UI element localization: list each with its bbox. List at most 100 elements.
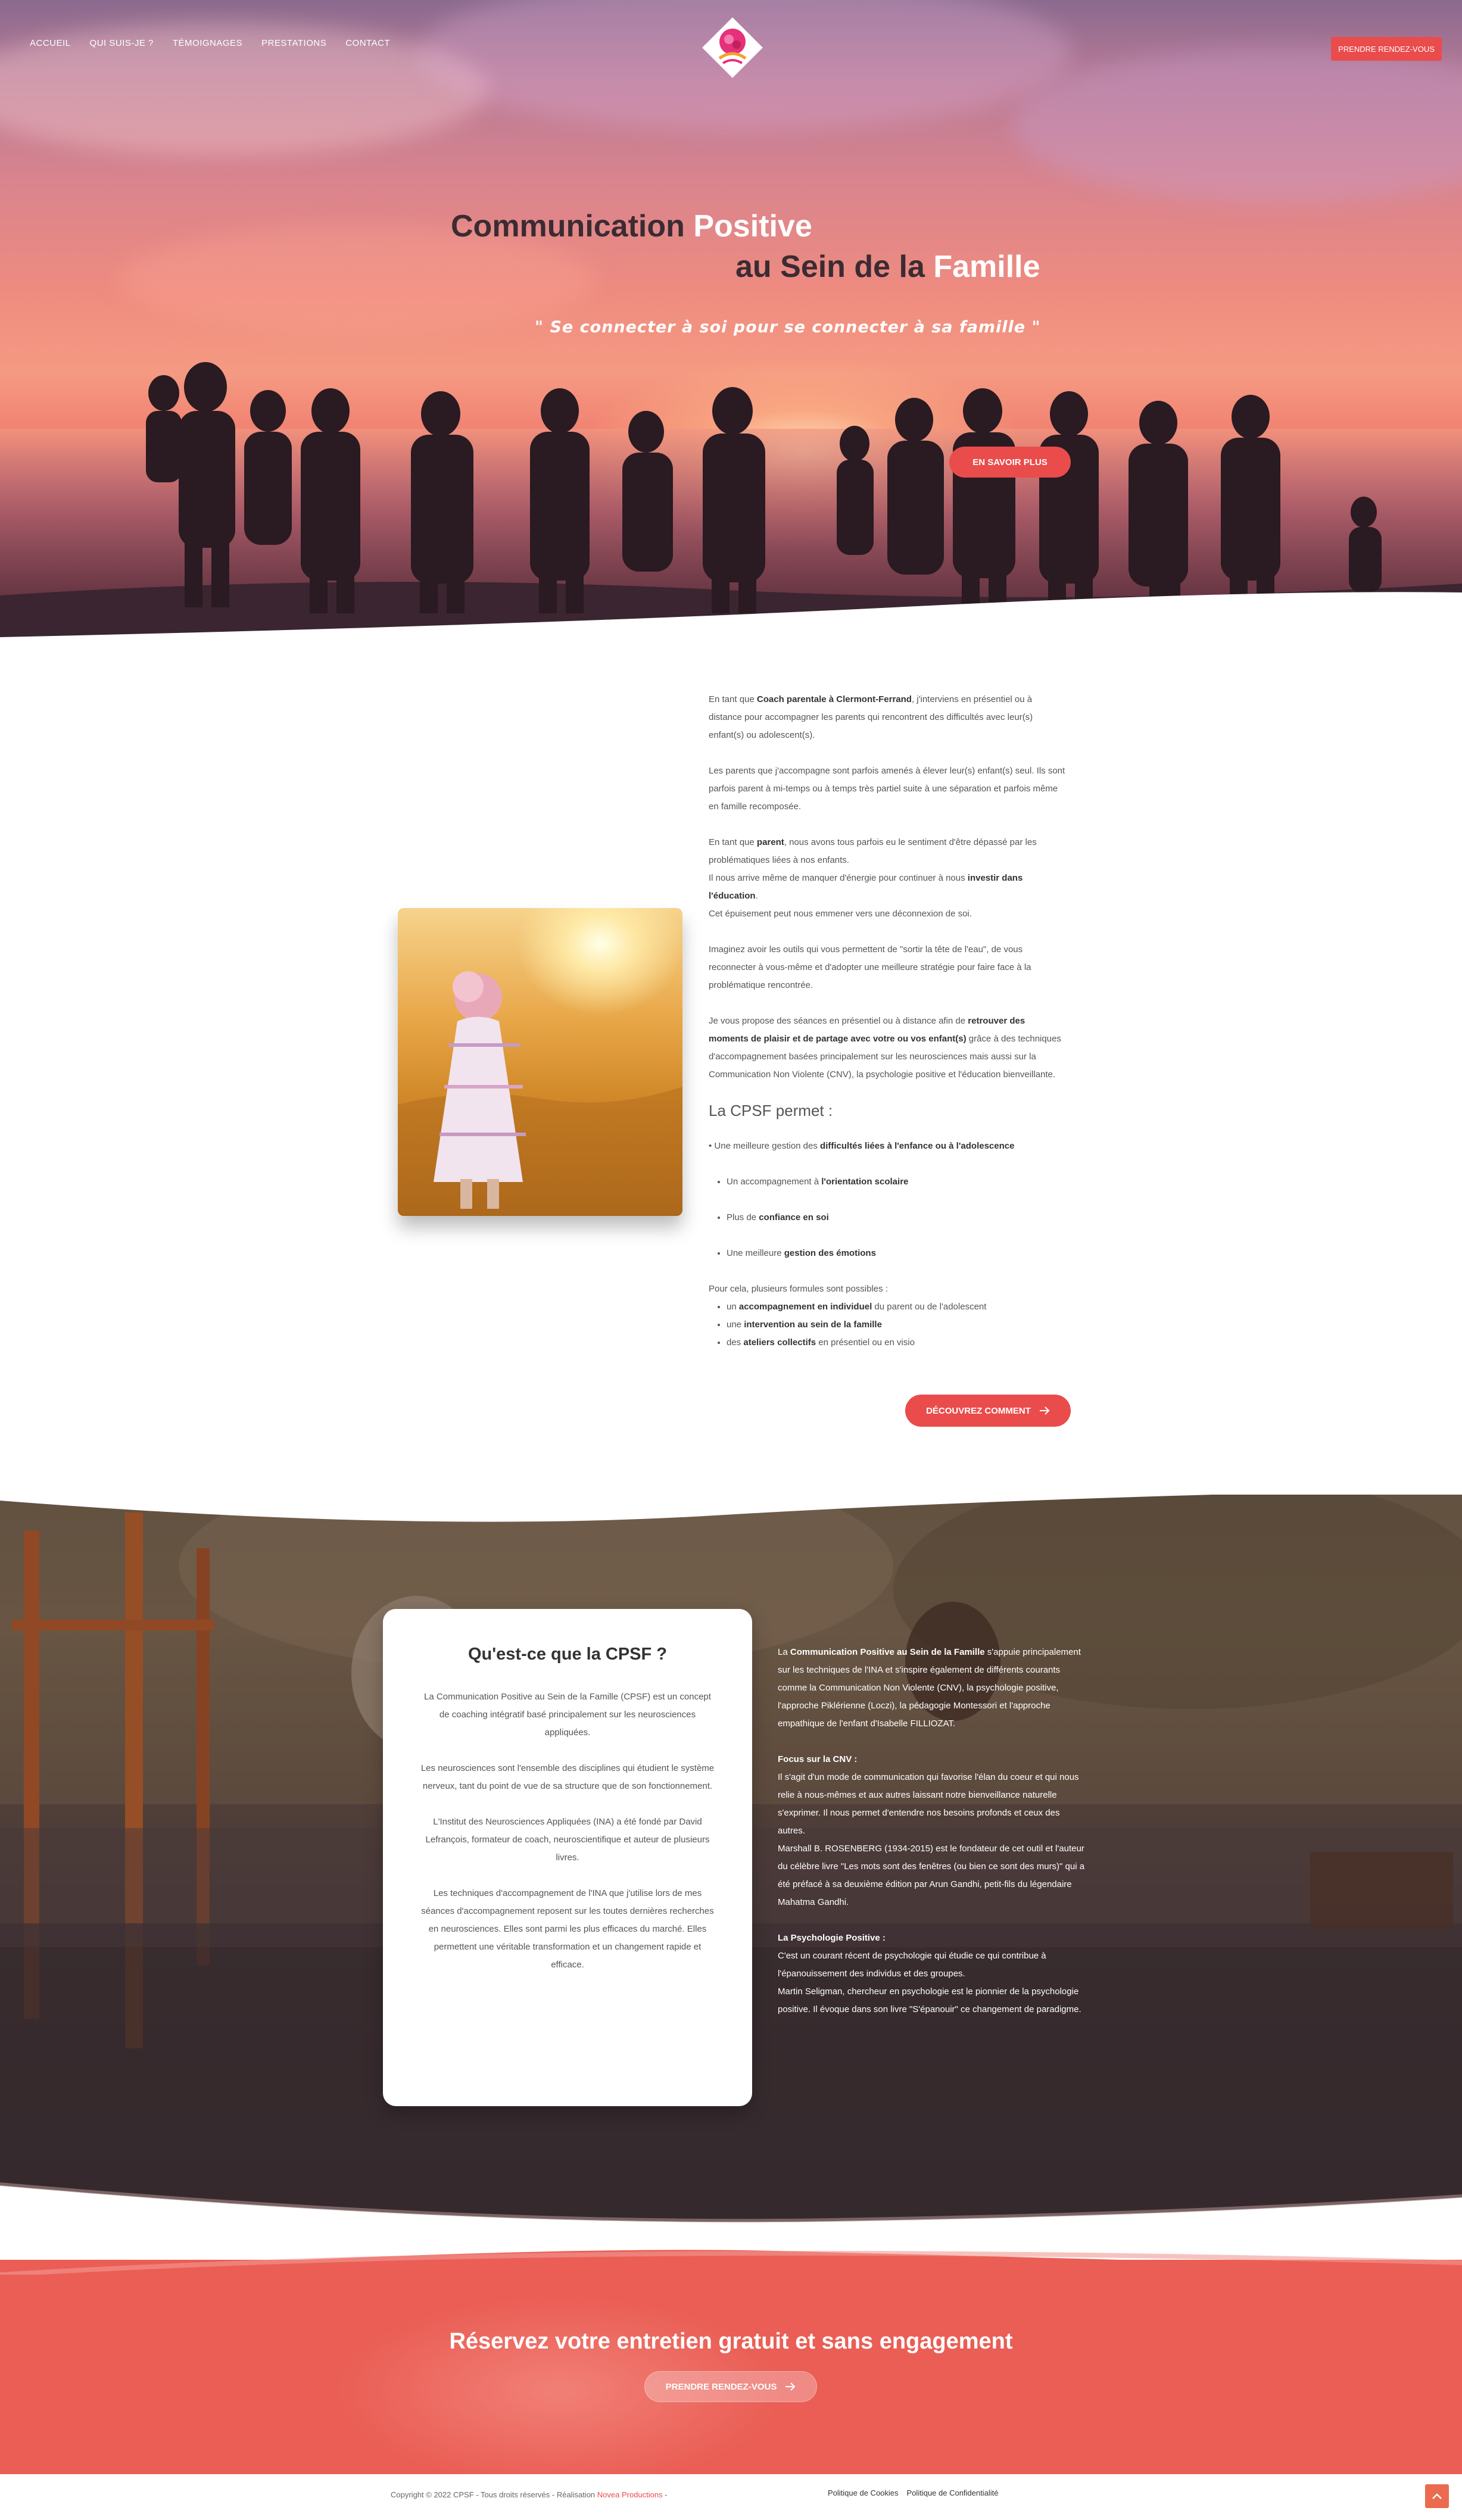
text-bold: confiance en soi bbox=[759, 1212, 829, 1222]
child-silhouette bbox=[398, 971, 682, 1216]
cpsf-details: La Communication Positive au Sein de la … bbox=[778, 1643, 1087, 2036]
intro-text: En tant que Coach parentale à Clermont-F… bbox=[709, 691, 1066, 1352]
text: Marshall B. ROSENBERG (1934-2015) est le… bbox=[778, 1844, 1085, 1907]
text: en présentiel ou en visio bbox=[816, 1337, 915, 1348]
footer-links: Politique de Cookies Politique de Confid… bbox=[828, 2488, 998, 2497]
benefit-list: Un accompagnement à l'orientation scolai… bbox=[709, 1173, 1066, 1262]
cpsf-card-paragraph: La Communication Positive au Sein de la … bbox=[424, 1692, 711, 1738]
formule-item: une intervention au sein de la famille bbox=[727, 1316, 1066, 1334]
cpsf-permet-heading: La CPSF permet : bbox=[709, 1102, 833, 1119]
rendez-vous-section bbox=[0, 2260, 1462, 2474]
text: des bbox=[727, 1337, 744, 1348]
cpsf-card-paragraph: Les neurosciences sont l'ensemble des di… bbox=[420, 1763, 715, 1791]
nav-item-prestations[interactable]: PRESTATIONS bbox=[261, 38, 326, 48]
text: Il nous arrive même de manquer d'énergie… bbox=[709, 873, 968, 883]
hero-title-highlight: Famille bbox=[933, 249, 1040, 284]
text: En tant que bbox=[709, 694, 757, 704]
intro-paragraph: En tant que Coach parentale à Clermont-F… bbox=[709, 691, 1066, 744]
nav-item-qui-suis-je[interactable]: QUI SUIS-JE ? bbox=[90, 38, 154, 48]
scroll-to-top-button[interactable] bbox=[1425, 2484, 1449, 2508]
benefit-item: • Une meilleure gestion des difficultés … bbox=[709, 1137, 1066, 1155]
main-nav: ACCUEIL QUI SUIS-JE ? TÉMOIGNAGES PRESTA… bbox=[30, 38, 390, 48]
formule-item: des ateliers collectifs en présentiel ou… bbox=[727, 1334, 1066, 1352]
cpsf-info-card: Qu'est-ce que la CPSF ? La Communication… bbox=[383, 1609, 752, 2106]
section-wave-bottom bbox=[0, 2182, 1462, 2245]
hero-title-line2: au Sein de la Famille bbox=[735, 249, 1040, 285]
header-rendez-vous-button[interactable]: PRENDRE RENDEZ-VOUS bbox=[1331, 37, 1442, 61]
intro-paragraph: Je vous propose des séances en présentie… bbox=[709, 1012, 1066, 1084]
agency-link[interactable]: Novea Productions bbox=[597, 2490, 663, 2499]
chevron-up-icon bbox=[1432, 2493, 1442, 2499]
focus-cnv-heading: Focus sur la CNV : bbox=[778, 1754, 858, 1764]
cpsf-card-paragraph: Les techniques d'accompagnement de l'INA… bbox=[421, 1888, 714, 1970]
text: un bbox=[727, 1302, 739, 1312]
formules-intro: Pour cela, plusieurs formules sont possi… bbox=[709, 1284, 888, 1294]
benefit-item: Un accompagnement à l'orientation scolai… bbox=[727, 1173, 1066, 1191]
nav-item-accueil[interactable]: ACCUEIL bbox=[30, 38, 71, 48]
text: . bbox=[755, 891, 758, 901]
cpsf-detail-paragraph: La Psychologie Positive : C'est un couran… bbox=[778, 1929, 1087, 2019]
button-label: PRENDRE RENDEZ-VOUS bbox=[665, 2381, 777, 2392]
nav-item-temoignages[interactable]: TÉMOIGNAGES bbox=[173, 38, 242, 48]
text-bold: gestion des émotions bbox=[784, 1248, 876, 1258]
rdv-title: Réservez votre entretien gratuit et sans… bbox=[449, 2329, 1013, 2354]
cpsf-detail-paragraph: Focus sur la CNV : Il s'agit d'un mode de… bbox=[778, 1751, 1087, 1911]
cpsf-detail-paragraph: La Communication Positive au Sein de la … bbox=[778, 1643, 1087, 1733]
section-wave-top bbox=[0, 1477, 1462, 1522]
rdv-prendre-rendez-vous-button[interactable]: PRENDRE RENDEZ-VOUS bbox=[644, 2371, 817, 2402]
text-bold: Coach parentale à Clermont-Ferrand bbox=[756, 694, 912, 704]
text: En tant que bbox=[709, 837, 757, 847]
intro-paragraph: En tant que parent, nous avons tous parf… bbox=[709, 834, 1066, 923]
decouvrez-comment-button[interactable]: DÉCOUVREZ COMMENT bbox=[905, 1395, 1071, 1427]
text: Copyright © 2022 CPSF - Tous droits rése… bbox=[391, 2490, 597, 2499]
intro-paragraph: Les parents que j'accompagne sont parfoi… bbox=[709, 766, 1065, 812]
text-bold: l'orientation scolaire bbox=[821, 1177, 909, 1187]
arrow-right-icon bbox=[1039, 1406, 1050, 1415]
hero-quote: " Se connecter à soi pour se connecter à… bbox=[535, 318, 1041, 336]
formule-item: un accompagnement en individuel du paren… bbox=[727, 1298, 1066, 1316]
hero-title-part: au Sein de la bbox=[735, 249, 934, 284]
nav-item-contact[interactable]: CONTACT bbox=[345, 38, 390, 48]
privacy-policy-link[interactable]: Politique de Confidentialité bbox=[907, 2488, 999, 2497]
text-bold: Communication Positive au Sein de la Fam… bbox=[790, 1647, 985, 1657]
en-savoir-plus-button[interactable]: EN SAVOIR PLUS bbox=[949, 447, 1071, 478]
text-bold: parent bbox=[756, 837, 784, 847]
button-label: DÉCOUVREZ COMMENT bbox=[926, 1405, 1031, 1416]
intro-paragraph: Imaginez avoir les outils qui vous perme… bbox=[709, 944, 1031, 990]
text: - bbox=[662, 2490, 668, 2499]
hero-title-part: Communication bbox=[451, 209, 694, 244]
text: s'appuie principalement sur les techniqu… bbox=[778, 1647, 1081, 1729]
text: La bbox=[778, 1647, 790, 1657]
copyright: Copyright © 2022 CPSF - Tous droits rése… bbox=[391, 2490, 668, 2499]
child-in-field-photo bbox=[398, 908, 682, 1216]
text: Un accompagnement à bbox=[727, 1177, 822, 1187]
text: Il s'agit d'un mode de communication qui… bbox=[778, 1772, 1079, 1836]
text: • Une meilleure gestion des bbox=[709, 1141, 821, 1151]
benefit-item: Plus de confiance en soi bbox=[727, 1209, 1066, 1227]
formules-list: un accompagnement en individuel du paren… bbox=[709, 1298, 1066, 1352]
logo[interactable] bbox=[697, 12, 768, 83]
text: Plus de bbox=[727, 1212, 759, 1222]
text: Une meilleure bbox=[727, 1248, 784, 1258]
hero-wave bbox=[0, 592, 1462, 643]
text: Martin Seligman, chercheur en psychologi… bbox=[778, 1986, 1081, 2014]
benefit-item: Une meilleure gestion des émotions bbox=[727, 1245, 1066, 1262]
hero-title-line1: Communication Positive bbox=[451, 208, 812, 244]
cpsf-card-title: Qu'est-ce que la CPSF ? bbox=[467, 1645, 668, 1664]
text: C'est un courant récent de psychologie q… bbox=[778, 1951, 1046, 1979]
text-bold: accompagnement en individuel bbox=[738, 1302, 872, 1312]
text-bold: difficultés liées à l'enfance ou à l'ado… bbox=[820, 1141, 1015, 1151]
text: du parent ou de l'adolescent bbox=[872, 1302, 987, 1312]
text: une bbox=[727, 1320, 744, 1330]
text: Je vous propose des séances en présentie… bbox=[709, 1016, 968, 1026]
text-bold: ateliers collectifs bbox=[743, 1337, 816, 1348]
rdv-wave bbox=[0, 2250, 1462, 2275]
footer bbox=[0, 2474, 1462, 2520]
arrow-right-icon bbox=[785, 2382, 796, 2391]
text-bold: intervention au sein de la famille bbox=[744, 1320, 882, 1330]
cpsf-card-paragraph: L'Institut des Neurosciences Appliquées … bbox=[425, 1817, 710, 1863]
cookies-policy-link[interactable]: Politique de Cookies bbox=[828, 2488, 899, 2497]
hero-title-highlight: Positive bbox=[693, 209, 812, 244]
text: Cet épuisement peut nous emmener vers un… bbox=[709, 909, 972, 919]
psychologie-positive-heading: La Psychologie Positive : bbox=[778, 1933, 886, 1943]
